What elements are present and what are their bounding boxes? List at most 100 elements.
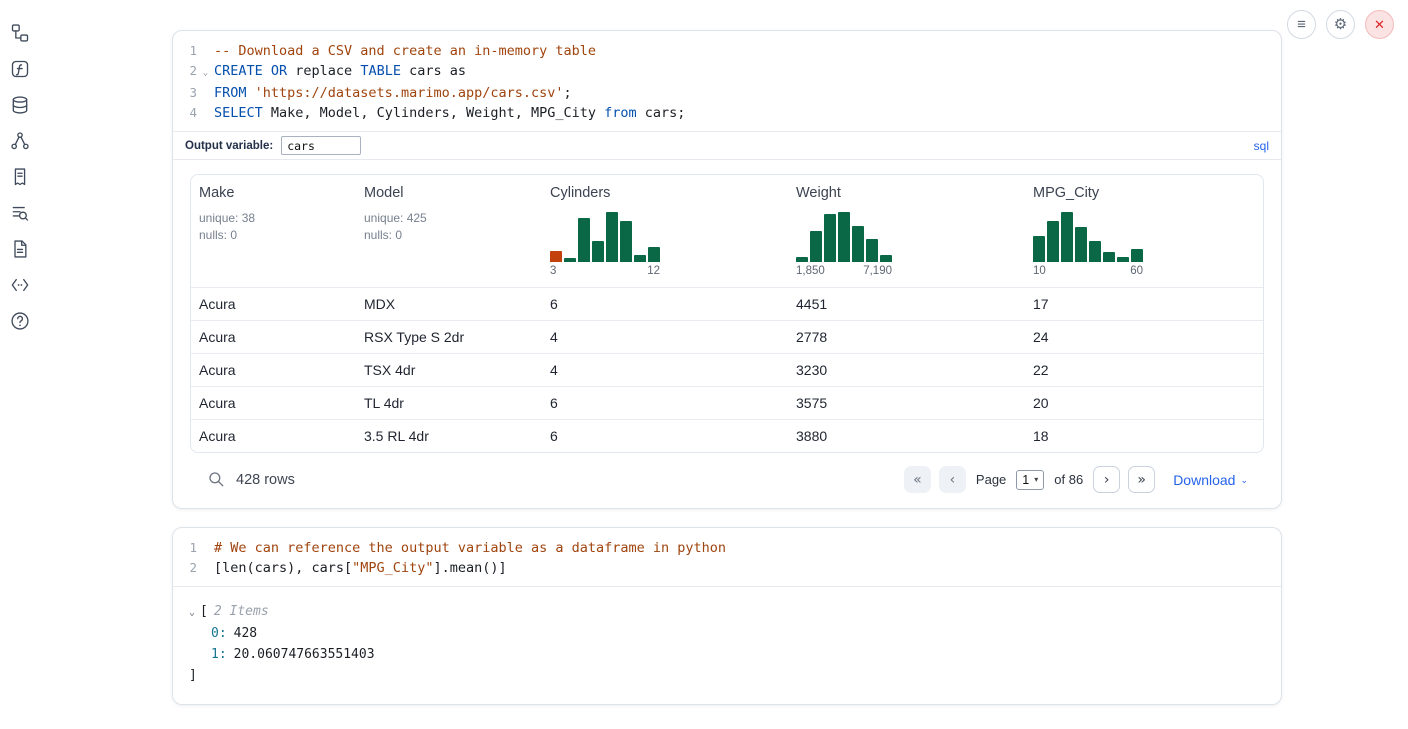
- column-histogram: 312: [550, 210, 660, 277]
- last-page-button[interactable]: »: [1128, 466, 1155, 493]
- histogram-bar: [550, 251, 562, 262]
- column-label[interactable]: MPG_City: [1033, 185, 1255, 201]
- documentation-icon[interactable]: [10, 238, 32, 259]
- shutdown-close-icon[interactable]: ✕: [1365, 10, 1394, 39]
- table-footer: 428 rows « ‹ Page 1▾ of 86 › » Download⌄: [190, 453, 1264, 508]
- menu-icon[interactable]: ≡: [1287, 10, 1316, 39]
- code-token: ].mean()]: [433, 560, 506, 576]
- file-explorer-icon[interactable]: [10, 22, 32, 43]
- code-line: 4SELECT Make, Model, Cylinders, Weight, …: [173, 103, 1281, 123]
- page-label: Page: [976, 472, 1006, 487]
- page-select[interactable]: 1▾: [1016, 470, 1044, 490]
- code-line: 1# We can reference the output variable …: [173, 538, 1281, 558]
- notebook-actions: ≡ ⚙ ✕: [1287, 10, 1394, 39]
- search-icon[interactable]: [206, 470, 226, 490]
- histogram-bar: [810, 231, 822, 262]
- table-row[interactable]: AcuraTSX 4dr4323022: [191, 353, 1263, 386]
- line-number: 3: [173, 83, 197, 103]
- tree-item-count: 2 Items: [214, 604, 269, 619]
- variables-icon[interactable]: [10, 58, 32, 79]
- table-cell: 4: [542, 362, 788, 378]
- histogram-max-label: 12: [647, 265, 660, 277]
- dependencies-icon[interactable]: [10, 130, 32, 151]
- settings-gear-icon[interactable]: ⚙: [1326, 10, 1355, 39]
- table-row[interactable]: AcuraTL 4dr6357520: [191, 386, 1263, 419]
- chevron-down-icon: ▾: [1034, 475, 1038, 484]
- table-cell: 22: [1025, 362, 1263, 378]
- histogram-bar: [1047, 221, 1059, 262]
- code-token: cars as: [401, 63, 466, 79]
- code-token: # We can reference the output variable a…: [214, 540, 726, 556]
- python-code-editor[interactable]: 1# We can reference the output variable …: [173, 528, 1281, 586]
- table-cell: TL 4dr: [356, 395, 542, 411]
- histogram-bar: [1103, 252, 1115, 262]
- sql-cell: 1 -- Download a CSV and create an in-memo…: [172, 30, 1282, 509]
- python-cell: 1# We can reference the output variable …: [172, 527, 1282, 705]
- code-token: -- Download a CSV and create an in-memor…: [214, 43, 596, 59]
- first-page-button[interactable]: «: [904, 466, 931, 493]
- code-token: from: [604, 105, 637, 121]
- table-cell: 3230: [788, 362, 1025, 378]
- line-number: 1: [173, 41, 197, 61]
- table-cell: MDX: [356, 296, 542, 312]
- histogram-bar: [866, 239, 878, 262]
- column-label[interactable]: Model: [364, 185, 534, 201]
- table-cell: 4451: [788, 296, 1025, 312]
- row-count: 428 rows: [236, 472, 295, 488]
- output-variable-label: Output variable:: [185, 140, 273, 152]
- histogram-bar: [1089, 241, 1101, 262]
- help-icon[interactable]: [10, 310, 32, 331]
- column-histogram: 1060: [1033, 210, 1143, 277]
- column-label[interactable]: Cylinders: [550, 185, 780, 201]
- column-header-make[interactable]: Makeunique: 38nulls: 0: [191, 185, 356, 279]
- column-header-mpg_city[interactable]: MPG_City 1060: [1025, 185, 1263, 279]
- sql-code-editor[interactable]: 1 -- Download a CSV and create an in-memo…: [173, 31, 1281, 131]
- tree-separator: :: [219, 626, 227, 641]
- download-button[interactable]: Download⌄: [1173, 472, 1248, 488]
- code-token: 'https://datasets.marimo.app/cars.csv': [247, 85, 564, 101]
- table-cell: 6: [542, 296, 788, 312]
- collapse-icon[interactable]: ⌄: [189, 607, 195, 618]
- fold-icon[interactable]: ⌄: [197, 61, 214, 83]
- data-table: Makeunique: 38nulls: 0Modelunique: 425nu…: [190, 174, 1264, 453]
- column-header-cylinders[interactable]: Cylinders 312: [542, 185, 788, 279]
- datasources-icon[interactable]: [10, 94, 32, 115]
- table-cell: 24: [1025, 329, 1263, 345]
- column-header-weight[interactable]: Weight 1,8507,190: [788, 185, 1025, 279]
- column-stat: unique: 425: [364, 210, 534, 227]
- table-cell: 3575: [788, 395, 1025, 411]
- histogram-bar: [824, 214, 836, 262]
- scratchpad-icon[interactable]: [10, 166, 32, 187]
- prev-page-button[interactable]: ‹: [939, 466, 966, 493]
- table-row[interactable]: AcuraRSX Type S 2dr4277824: [191, 320, 1263, 353]
- histogram-bar: [852, 226, 864, 262]
- column-label[interactable]: Make: [199, 185, 348, 201]
- histogram-bar: [606, 212, 618, 262]
- column-label[interactable]: Weight: [796, 185, 1017, 201]
- page-total: of 86: [1054, 472, 1083, 487]
- line-number: 2: [173, 558, 197, 578]
- table-cell: TSX 4dr: [356, 362, 542, 378]
- table-header: Makeunique: 38nulls: 0Modelunique: 425nu…: [191, 175, 1263, 287]
- output-variable-input[interactable]: [281, 136, 361, 155]
- download-label: Download: [1173, 472, 1235, 488]
- histogram-bar: [1075, 227, 1087, 262]
- histogram-bar: [592, 241, 604, 262]
- table-row[interactable]: AcuraMDX6445117: [191, 287, 1263, 320]
- column-header-model[interactable]: Modelunique: 425nulls: 0: [356, 185, 542, 279]
- logs-icon[interactable]: [10, 202, 32, 223]
- code-line: 3FROM 'https://datasets.marimo.app/cars.…: [173, 83, 1281, 103]
- snippets-icon[interactable]: [10, 274, 32, 295]
- language-badge[interactable]: sql: [1254, 139, 1269, 153]
- histogram-max-label: 60: [1130, 265, 1143, 277]
- tree-separator: :: [219, 647, 227, 662]
- table-row[interactable]: Acura3.5 RL 4dr6388018: [191, 419, 1263, 452]
- tree-bracket: [: [200, 604, 208, 619]
- next-page-button[interactable]: ›: [1093, 466, 1120, 493]
- histogram-bar: [578, 218, 590, 262]
- sql-output-variable-row: Output variable: sql: [173, 131, 1281, 160]
- column-histogram: 1,8507,190: [796, 210, 892, 277]
- table-cell: Acura: [191, 362, 356, 378]
- histogram-bar: [620, 221, 632, 262]
- table-cell: 20: [1025, 395, 1263, 411]
